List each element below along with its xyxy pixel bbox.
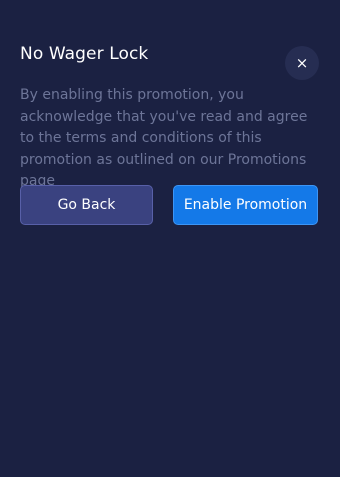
modal-title: No Wager Lock: [20, 44, 149, 64]
enable-promotion-button[interactable]: Enable Promotion: [173, 185, 318, 225]
enable-promotion-label: Enable Promotion: [183, 197, 308, 213]
promotion-modal: No Wager Lock × By enabling this promoti…: [0, 0, 340, 477]
go-back-label: Go Back: [57, 197, 116, 213]
close-button[interactable]: ×: [285, 46, 319, 80]
footer-strip: [0, 470, 340, 477]
modal-body-text: By enabling this promotion, you acknowle…: [20, 87, 308, 189]
go-back-button[interactable]: Go Back: [20, 185, 153, 225]
close-icon: ×: [295, 54, 309, 72]
